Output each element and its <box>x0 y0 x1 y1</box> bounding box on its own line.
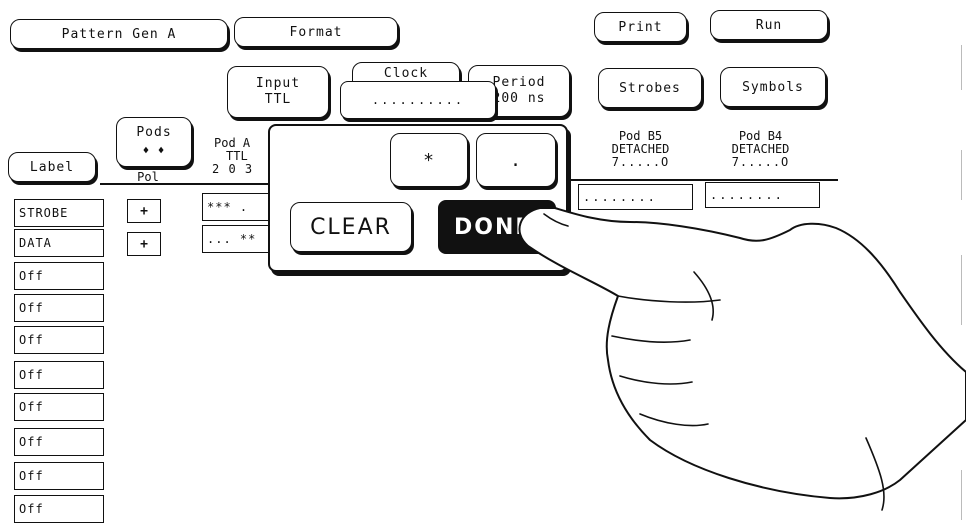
edge-mark <box>961 470 962 520</box>
edge-mark <box>961 45 962 90</box>
edge-mark <box>961 150 962 200</box>
pointing-hand-icon <box>518 207 966 511</box>
edge-mark <box>961 255 962 325</box>
